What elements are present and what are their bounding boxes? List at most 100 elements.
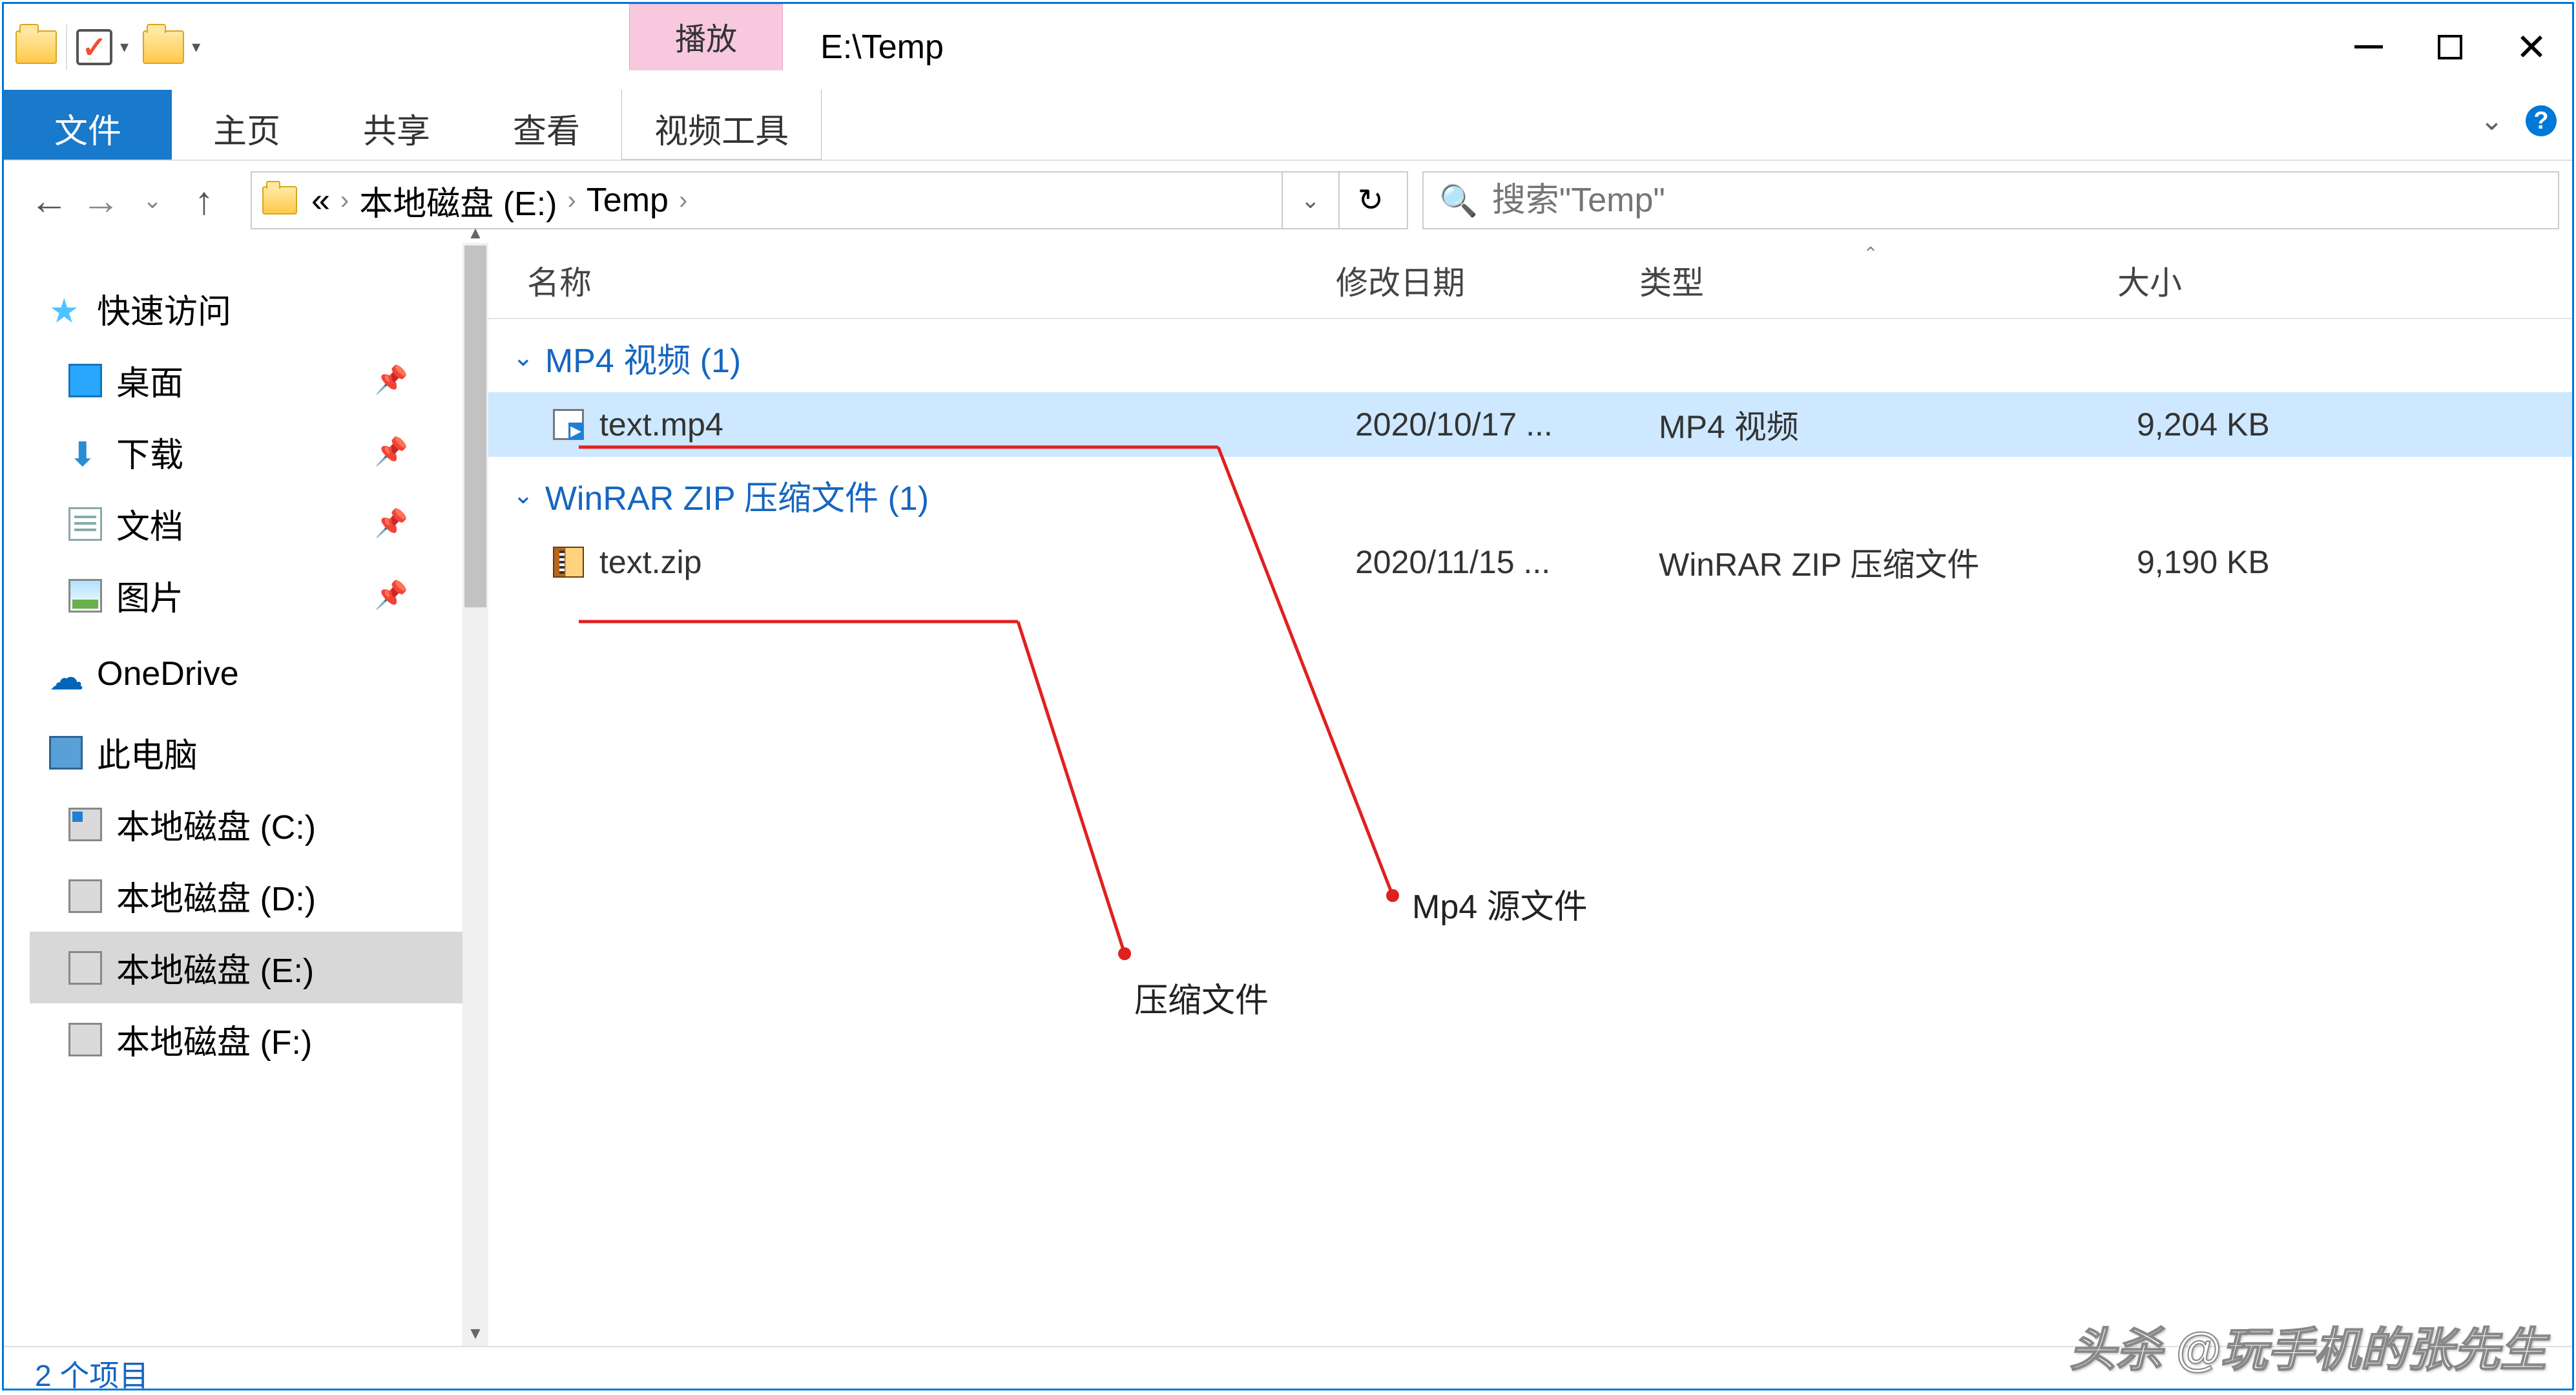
- file-size: 9,190 KB: [2137, 543, 2572, 581]
- separator: [66, 25, 67, 70]
- nav-label: 本地磁盘 (E:): [116, 943, 314, 992]
- breadcrumb-ellipsis[interactable]: «: [305, 181, 337, 220]
- chevron-right-icon[interactable]: ›: [675, 186, 691, 215]
- back-button[interactable]: ←: [25, 178, 74, 223]
- star-icon: ★: [49, 292, 83, 326]
- search-bar[interactable]: 🔍: [1422, 171, 2559, 229]
- header-type-label: 类型: [1639, 265, 1704, 301]
- content-pane: 名称 修改日期 ⌃ 类型 大小 ⌄ MP4 视频 (1) text.mp4 20…: [488, 243, 2572, 1346]
- annotation-mp4: Mp4 源文件: [1412, 879, 1588, 928]
- pc-icon: [49, 736, 83, 770]
- nav-drive-c[interactable]: 本地磁盘 (C:): [30, 788, 488, 860]
- desktop-icon: [68, 364, 102, 397]
- search-icon: 🔍: [1439, 182, 1478, 219]
- file-date: 2020/10/17 ...: [1355, 406, 1659, 443]
- chevron-right-icon[interactable]: ›: [563, 186, 579, 215]
- address-dropdown[interactable]: ⌄: [1282, 173, 1338, 228]
- explorer-body: ★ 快速访问 桌面 📌 ⬇ 下载 📌 文档 📌: [4, 243, 2572, 1346]
- folder-icon: [262, 186, 297, 215]
- annotation-zip: 压缩文件: [1134, 973, 1269, 1022]
- header-date[interactable]: 修改日期: [1328, 257, 1632, 304]
- check-icon: ✓: [82, 30, 107, 65]
- breadcrumb-temp[interactable]: Temp: [580, 181, 675, 220]
- close-button[interactable]: ✕: [2491, 4, 2572, 90]
- tab-video-tools[interactable]: 视频工具: [621, 90, 822, 160]
- scroll-thumb[interactable]: [464, 246, 486, 607]
- drive-icon: [68, 808, 102, 841]
- sort-asc-icon: ⌃: [1863, 243, 1878, 264]
- ribbon-collapse-button[interactable]: ⌄: [2463, 90, 2520, 160]
- pin-icon: 📌: [375, 364, 408, 396]
- mp4-file-icon: [553, 409, 584, 440]
- folder-icon[interactable]: [16, 30, 57, 64]
- cloud-icon: ☁: [49, 657, 83, 691]
- downloads-icon: ⬇: [68, 435, 102, 469]
- tab-share[interactable]: 共享: [322, 90, 472, 160]
- search-input[interactable]: [1492, 173, 2542, 228]
- breadcrumb-drive-e[interactable]: 本地磁盘 (E:): [353, 176, 563, 225]
- new-folder-button[interactable]: [143, 30, 184, 64]
- history-dropdown[interactable]: ⌄: [128, 187, 177, 214]
- file-row[interactable]: text.mp4 2020/10/17 ... MP4 视频 9,204 KB: [488, 392, 2572, 457]
- nav-downloads[interactable]: ⬇ 下载 📌: [30, 416, 488, 488]
- help-button[interactable]: ?: [2526, 105, 2557, 136]
- address-bar[interactable]: « › 本地磁盘 (E:) › Temp › ⌄ ↻: [251, 171, 1408, 229]
- nav-drive-e[interactable]: 本地磁盘 (E:): [30, 932, 488, 1003]
- chevron-down-icon: ⌄: [513, 343, 534, 372]
- title-bar: ✓ ▾ ▾ 播放 E:\Temp ✕: [4, 4, 2572, 90]
- navigation-pane: ★ 快速访问 桌面 📌 ⬇ 下载 📌 文档 📌: [4, 243, 488, 1346]
- tab-file[interactable]: 文件: [4, 90, 172, 160]
- address-row: ← → ⌄ ↑ « › 本地磁盘 (E:) › Temp › ⌄ ↻ 🔍: [4, 161, 2572, 240]
- nav-desktop[interactable]: 桌面 📌: [30, 344, 488, 416]
- forward-button[interactable]: →: [76, 178, 125, 223]
- contextual-tab: 播放: [629, 4, 783, 90]
- column-headers: 名称 修改日期 ⌃ 类型 大小: [488, 243, 2572, 319]
- up-button[interactable]: ↑: [180, 178, 229, 223]
- nav-label: 此电脑: [97, 728, 198, 777]
- nav-drive-d[interactable]: 本地磁盘 (D:): [30, 860, 488, 932]
- nav-drive-f[interactable]: 本地磁盘 (F:): [30, 1003, 488, 1075]
- scroll-down-icon[interactable]: ▼: [462, 1320, 488, 1346]
- zip-file-icon: [553, 547, 584, 578]
- minimize-icon: [2354, 45, 2383, 48]
- file-date: 2020/11/15 ...: [1355, 543, 1659, 581]
- maximize-button[interactable]: [2409, 4, 2491, 90]
- file-size: 9,204 KB: [2137, 406, 2572, 443]
- nav-label: 快速访问: [97, 284, 231, 333]
- group-header-mp4[interactable]: ⌄ MP4 视频 (1): [488, 319, 2572, 392]
- header-size[interactable]: 大小: [2110, 257, 2572, 304]
- drive-icon: [68, 879, 102, 913]
- nav-onedrive[interactable]: ☁ OneDrive: [30, 643, 488, 705]
- minimize-button[interactable]: [2328, 4, 2409, 90]
- header-type[interactable]: ⌃ 类型: [1632, 257, 2110, 304]
- file-type: MP4 视频: [1659, 401, 2137, 448]
- nav-this-pc[interactable]: 此电脑: [30, 717, 488, 788]
- file-type: WinRAR ZIP 压缩文件: [1659, 539, 2137, 585]
- nav-documents[interactable]: 文档 📌: [30, 488, 488, 560]
- qat-dropdown-icon[interactable]: ▾: [116, 37, 132, 57]
- properties-button[interactable]: ✓: [76, 29, 112, 65]
- qat-customize-icon[interactable]: ▾: [188, 37, 204, 57]
- nav-scrollbar[interactable]: ▲ ▼: [462, 243, 488, 1346]
- chevron-right-icon[interactable]: ›: [337, 186, 353, 215]
- refresh-button[interactable]: ↻: [1338, 173, 1402, 228]
- file-name: text.mp4: [599, 406, 1355, 443]
- nav-label: OneDrive: [97, 655, 239, 693]
- contextual-tab-label[interactable]: 播放: [629, 4, 783, 70]
- explorer-window: ✓ ▾ ▾ 播放 E:\Temp ✕ 文件 主页 共享 查看 视频工具 ⌄ ? …: [2, 2, 2574, 1390]
- scroll-up-icon[interactable]: ▲: [462, 220, 488, 246]
- nav-quick-access[interactable]: ★ 快速访问: [30, 273, 488, 344]
- window-title: E:\Temp: [783, 4, 2328, 90]
- nav-buttons: ← → ⌄ ↑: [17, 171, 236, 229]
- group-header-zip[interactable]: ⌄ WinRAR ZIP 压缩文件 (1): [488, 457, 2572, 530]
- drive-icon: [68, 1023, 102, 1056]
- nav-label: 桌面: [116, 356, 183, 404]
- tab-home[interactable]: 主页: [172, 90, 322, 160]
- maximize-icon: [2438, 35, 2462, 59]
- file-row[interactable]: text.zip 2020/11/15 ... WinRAR ZIP 压缩文件 …: [488, 530, 2572, 594]
- tab-view[interactable]: 查看: [472, 90, 621, 160]
- status-item-count: 2 个项目: [35, 1359, 149, 1392]
- nav-pictures[interactable]: 图片 📌: [30, 560, 488, 631]
- header-name[interactable]: 名称: [488, 257, 1328, 304]
- nav-label: 本地磁盘 (C:): [116, 800, 316, 848]
